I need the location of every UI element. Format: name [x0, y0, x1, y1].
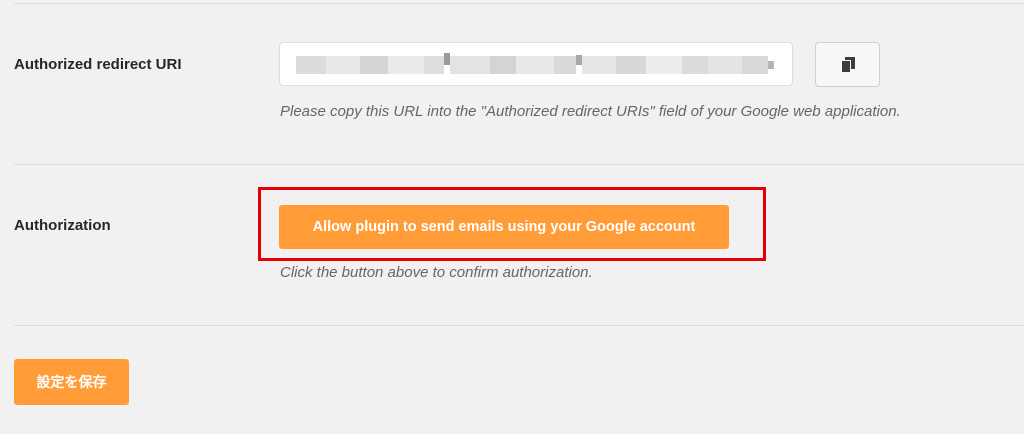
- footer-divider: [14, 325, 1024, 326]
- top-divider: [14, 3, 1024, 4]
- copy-icon: [840, 56, 855, 73]
- save-settings-button[interactable]: 設定を保存: [14, 359, 129, 405]
- authorization-description: Click the button above to confirm author…: [280, 264, 593, 281]
- redirect-uri-description: Please copy this URL into the "Authorize…: [280, 103, 901, 120]
- section-divider: [14, 164, 1024, 165]
- copy-uri-button[interactable]: [815, 42, 880, 87]
- redirect-uri-field[interactable]: [279, 42, 793, 86]
- redirect-uri-label: Authorized redirect URI: [14, 56, 182, 73]
- authorize-google-button[interactable]: Allow plugin to send emails using your G…: [279, 205, 729, 249]
- authorization-label: Authorization: [14, 217, 111, 234]
